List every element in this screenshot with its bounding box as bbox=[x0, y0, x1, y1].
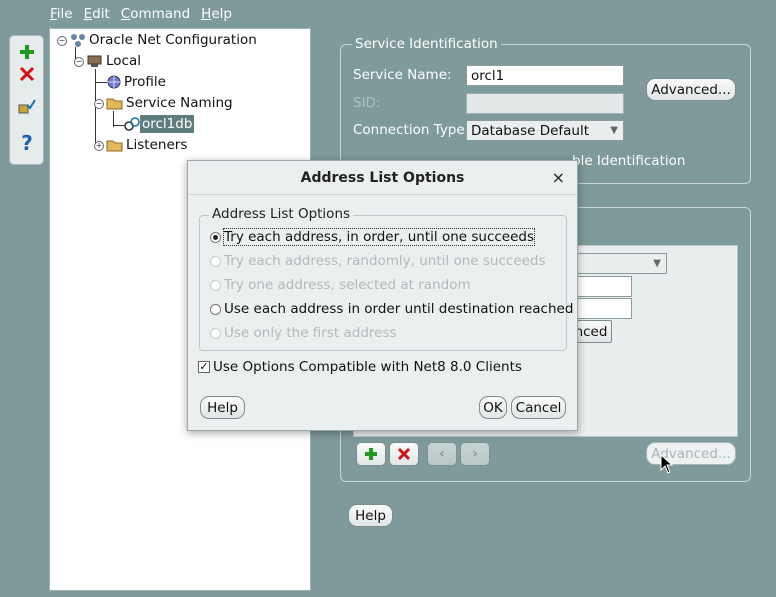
service-advanced-button[interactable]: Advanced... bbox=[646, 78, 736, 101]
sid-field bbox=[466, 93, 624, 114]
chevron-down-icon: ▼ bbox=[610, 125, 618, 136]
tree-node-service-naming[interactable]: Service Naming bbox=[106, 93, 235, 113]
radio-button bbox=[210, 279, 221, 291]
sid-label: SID: bbox=[353, 95, 381, 111]
help-button[interactable]: Help bbox=[348, 504, 393, 527]
port-field[interactable] bbox=[575, 298, 632, 319]
computer-icon bbox=[87, 55, 102, 67]
close-icon[interactable]: × bbox=[552, 161, 565, 195]
options-group-title: Address List Options bbox=[209, 206, 354, 222]
folder-icon bbox=[106, 140, 123, 152]
connection-type-value: Database Default bbox=[471, 123, 590, 139]
network-icon bbox=[71, 34, 85, 47]
menu-command[interactable]: Command bbox=[121, 6, 190, 26]
compat-identification-text: ble Identification bbox=[572, 153, 686, 169]
menu-help[interactable]: Help bbox=[201, 6, 232, 26]
next-address-button[interactable]: › bbox=[460, 442, 490, 466]
help-icon[interactable]: ? bbox=[15, 131, 39, 155]
tree-node-orcl1db[interactable]: orcl1db bbox=[124, 114, 195, 134]
collapse-toggle-local[interactable]: − bbox=[74, 57, 84, 67]
dialog-cancel-button[interactable]: Cancel bbox=[511, 396, 566, 419]
service-name-label: Service Name: bbox=[353, 67, 452, 83]
option-randomly-until-succeeds: Try each address, randomly, until one su… bbox=[210, 251, 546, 271]
chevron-left-icon: ‹ bbox=[439, 446, 445, 462]
test-icon[interactable] bbox=[15, 95, 39, 119]
delete-icon[interactable] bbox=[15, 62, 39, 86]
service-name-field[interactable]: orcl1 bbox=[466, 65, 624, 86]
collapse-toggle-service-naming[interactable]: − bbox=[94, 99, 104, 109]
mouse-cursor-icon bbox=[660, 454, 674, 474]
chevron-down-icon: ▼ bbox=[653, 258, 661, 269]
net8-compat-checkbox-row[interactable]: ✓ Use Options Compatible with Net8 8.0 C… bbox=[198, 357, 522, 377]
checkbox-checked[interactable]: ✓ bbox=[198, 361, 210, 373]
dialog-title: Address List Options bbox=[188, 161, 577, 195]
add-address-button[interactable] bbox=[356, 442, 386, 466]
chevron-right-icon: › bbox=[472, 446, 478, 462]
menu-bar: File Edit Command Help bbox=[50, 6, 243, 26]
plus-icon[interactable] bbox=[15, 40, 39, 64]
option-until-destination-reached[interactable]: Use each address in order until destinat… bbox=[210, 299, 573, 319]
option-one-at-random: Try one address, selected at random bbox=[210, 275, 471, 295]
dialog-help-button[interactable]: Help bbox=[200, 396, 245, 419]
delete-icon bbox=[397, 447, 411, 461]
folder-icon bbox=[106, 98, 123, 110]
protocol-select[interactable]: ▼ bbox=[567, 253, 667, 274]
collapse-toggle-root[interactable]: − bbox=[57, 36, 67, 46]
connection-type-label: Connection Type: bbox=[353, 122, 470, 138]
tree-node-local[interactable]: Local bbox=[86, 51, 143, 71]
plus-icon bbox=[365, 448, 377, 460]
option-first-address-only: Use only the first address bbox=[210, 323, 397, 343]
radio-button[interactable] bbox=[210, 303, 221, 315]
remove-address-button[interactable] bbox=[389, 442, 419, 466]
tree-node-profile[interactable]: Profile bbox=[106, 72, 168, 92]
side-toolbar: ? bbox=[9, 35, 44, 165]
tree-node-root[interactable]: Oracle Net Configuration bbox=[69, 30, 259, 50]
database-service-icon bbox=[124, 117, 140, 131]
address-list-options-dialog: Address List Options × Address List Opti… bbox=[187, 160, 578, 431]
connection-type-select[interactable]: Database Default ▼ bbox=[466, 120, 624, 141]
radio-button-selected[interactable] bbox=[210, 231, 221, 243]
host-field[interactable] bbox=[575, 276, 632, 297]
previous-address-button[interactable]: ‹ bbox=[427, 442, 457, 466]
globe-icon bbox=[107, 75, 121, 89]
dialog-ok-button[interactable]: OK bbox=[479, 396, 507, 419]
menu-file[interactable]: File bbox=[50, 6, 73, 26]
option-in-order-until-succeeds[interactable]: Try each address, in order, until one su… bbox=[210, 227, 535, 247]
expand-toggle-listeners[interactable]: + bbox=[94, 141, 104, 151]
service-identification-title: Service Identification bbox=[352, 36, 501, 52]
tree-node-listeners[interactable]: Listeners bbox=[106, 135, 189, 155]
menu-edit[interactable]: Edit bbox=[84, 6, 110, 26]
radio-button bbox=[210, 255, 221, 267]
radio-button bbox=[210, 327, 221, 339]
